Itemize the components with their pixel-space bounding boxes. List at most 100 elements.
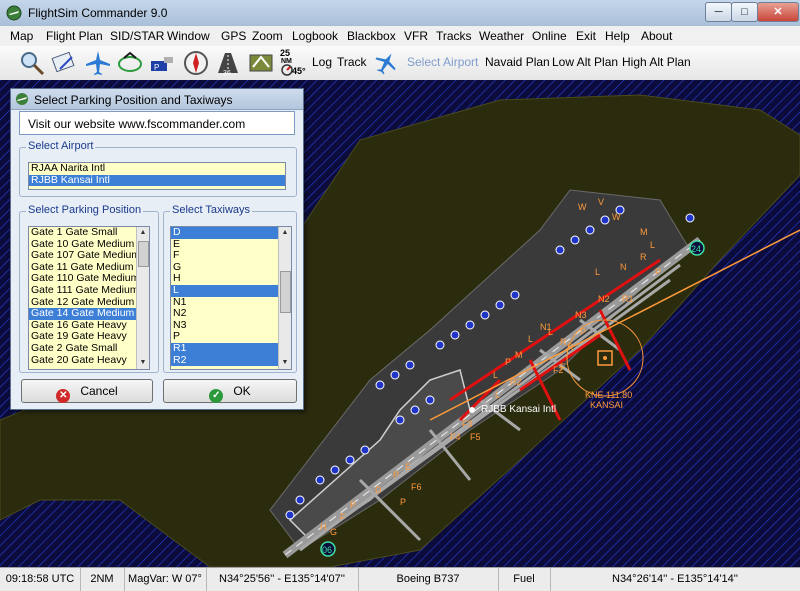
taxiway-option[interactable]: N1 bbox=[171, 296, 291, 309]
airport-group-label: Select Airport bbox=[26, 140, 96, 152]
taxi-label: G bbox=[330, 527, 337, 537]
flight-plan-icon[interactable] bbox=[50, 49, 78, 77]
taxi-label: N3 bbox=[575, 310, 587, 320]
track-button[interactable]: Track bbox=[337, 55, 367, 69]
taxiways-group: Select Taxiways D E F G H L N1 N2 N3 P R… bbox=[163, 204, 297, 373]
parking-dialog: Select Parking Position and Taxiways Vis… bbox=[10, 88, 304, 410]
cancel-button[interactable]: ✕ Cancel bbox=[21, 379, 153, 403]
menu-gps[interactable]: GPS bbox=[221, 29, 246, 43]
status-cursor-position: N34°25'56'' - E135°14'07'' bbox=[206, 568, 359, 591]
taxiway-option[interactable]: G bbox=[171, 261, 291, 274]
taxi-label: L bbox=[493, 370, 498, 380]
taxi-label: M bbox=[515, 350, 523, 360]
taxiway-option[interactable]: N2 bbox=[171, 308, 291, 320]
taxiway-option[interactable]: H bbox=[171, 273, 291, 285]
parking-scrollbar[interactable]: ▲ ▼ bbox=[136, 227, 149, 369]
menu-help[interactable]: Help bbox=[605, 29, 630, 43]
menu-zoom[interactable]: Zoom bbox=[252, 29, 283, 43]
taxiway-option[interactable]: N3 bbox=[171, 319, 291, 332]
search-icon[interactable] bbox=[18, 49, 46, 77]
taxi-label: N2 bbox=[598, 294, 610, 304]
wind-unit: NM bbox=[281, 58, 292, 65]
runway-icon[interactable]: 36 bbox=[214, 49, 242, 77]
scroll-down-icon[interactable]: ▼ bbox=[137, 357, 149, 369]
airport-list[interactable]: RJAA Narita Intl RJBB Kansai Intl bbox=[28, 162, 286, 190]
status-time: 09:18:58 UTC bbox=[0, 568, 81, 591]
scroll-up-icon[interactable]: ▲ bbox=[279, 227, 291, 239]
dialog-title-bar[interactable]: Select Parking Position and Taxiways bbox=[11, 89, 303, 110]
taxiways-list[interactable]: D E F G H L N1 N2 N3 P R1 R2 ▲ ▼ bbox=[170, 226, 292, 370]
compass-icon[interactable] bbox=[182, 49, 210, 77]
close-button[interactable]: ✕ bbox=[757, 2, 799, 22]
high-alt-plan-button[interactable]: High Alt Plan bbox=[622, 55, 691, 69]
parking-group-label: Select Parking Position bbox=[26, 204, 144, 216]
menu-sid-star[interactable]: SID/STAR bbox=[110, 29, 164, 43]
taxi-label: R1 bbox=[622, 294, 634, 304]
runway-end-label: 24 bbox=[691, 244, 701, 254]
low-alt-plan-button[interactable]: Low Alt Plan bbox=[552, 55, 618, 69]
menu-map[interactable]: Map bbox=[10, 29, 33, 43]
taxiway-option[interactable]: P bbox=[171, 331, 291, 343]
airplane-icon[interactable] bbox=[84, 49, 112, 77]
airport-option-selected[interactable]: RJBB Kansai Intl bbox=[29, 174, 285, 187]
taxi-label: F5 bbox=[470, 432, 481, 442]
select-airport-button[interactable]: Select Airport bbox=[407, 55, 478, 69]
status-aircraft-position: N34°26'14'' - E135°14'14'' bbox=[612, 573, 738, 585]
taxiway-option-selected[interactable]: R2 bbox=[171, 354, 291, 367]
wind-speed: 25 bbox=[280, 48, 291, 58]
taxiways-scrollbar[interactable]: ▲ ▼ bbox=[278, 227, 291, 369]
airport-option[interactable]: RJAA Narita Intl bbox=[29, 163, 285, 175]
toolbar: P 36 25 NM 45° Log Track Select Airport … bbox=[0, 46, 800, 81]
taxi-label: L bbox=[495, 390, 500, 400]
menu-logbook[interactable]: Logbook bbox=[292, 29, 338, 43]
route-loop-icon[interactable] bbox=[116, 49, 144, 77]
menu-exit[interactable]: Exit bbox=[576, 29, 596, 43]
parking-option[interactable]: Gate 1 Gate Small bbox=[29, 227, 149, 239]
website-banner[interactable]: Visit our website www.fscommander.com bbox=[19, 111, 295, 135]
ok-button[interactable]: ✓ OK bbox=[163, 379, 297, 403]
menu-vfr[interactable]: VFR bbox=[404, 29, 428, 43]
scroll-up-icon[interactable]: ▲ bbox=[137, 227, 149, 239]
menu-blackbox[interactable]: Blackbox bbox=[347, 29, 396, 43]
taxiway-option-selected[interactable]: L bbox=[171, 284, 291, 297]
parking-option[interactable]: Gate 20 Gate Heavy bbox=[29, 354, 149, 367]
menu-online[interactable]: Online bbox=[532, 29, 567, 43]
zoom-badge: 36 bbox=[223, 70, 231, 77]
taxi-label: F3 bbox=[462, 419, 473, 429]
parking-group: Select Parking Position Gate 1 Gate Smal… bbox=[19, 204, 159, 373]
status-aircraft: Boeing B737 bbox=[358, 568, 499, 591]
parking-option-selected[interactable]: Gate 14 Gate Medium bbox=[29, 308, 149, 320]
taxiway-option[interactable]: E bbox=[171, 238, 291, 251]
sid-star-icon[interactable] bbox=[247, 49, 275, 77]
select-airport-icon[interactable] bbox=[372, 49, 400, 77]
airport-reference-point bbox=[469, 407, 475, 413]
parking-option[interactable]: Gate 2 Gate Small bbox=[29, 342, 149, 355]
menu-tracks[interactable]: Tracks bbox=[436, 29, 472, 43]
menu-flight-plan[interactable]: Flight Plan bbox=[46, 29, 103, 43]
scroll-thumb[interactable] bbox=[280, 271, 291, 313]
taxi-label: F4 bbox=[450, 432, 461, 442]
scroll-down-icon[interactable]: ▼ bbox=[279, 357, 291, 369]
parking-list[interactable]: Gate 1 Gate Small Gate 10 Gate Medium Ga… bbox=[28, 226, 150, 370]
maximize-button[interactable]: □ bbox=[731, 2, 758, 22]
menu-window[interactable]: Window bbox=[167, 29, 210, 43]
gate-icon[interactable]: P bbox=[148, 49, 176, 77]
status-bar: 09:18:58 UTC 2NM MagVar: W 07° N34°25'56… bbox=[0, 567, 800, 591]
taxiways-group-label: Select Taxiways bbox=[170, 204, 253, 216]
wind-angle: 45° bbox=[292, 66, 306, 76]
taxiway-option[interactable]: F bbox=[171, 250, 291, 262]
menu-weather[interactable]: Weather bbox=[479, 29, 524, 43]
log-button[interactable]: Log bbox=[312, 55, 332, 69]
navaid-plan-button[interactable]: Navaid Plan bbox=[485, 55, 550, 69]
taxiway-option-selected[interactable]: R1 bbox=[171, 342, 291, 355]
taxi-label: L bbox=[650, 240, 655, 250]
taxiway-option-selected[interactable]: D bbox=[171, 227, 291, 239]
taxi-label: P bbox=[400, 497, 406, 507]
menu-about[interactable]: About bbox=[641, 29, 672, 43]
minimize-button[interactable]: ─ bbox=[705, 2, 732, 22]
scroll-thumb[interactable] bbox=[138, 241, 149, 267]
taxi-label: F bbox=[340, 512, 346, 522]
taxi-label: W bbox=[612, 212, 621, 222]
status-magvar: MagVar: W 07° bbox=[124, 568, 207, 591]
parking-option[interactable]: Gate 111 Gate Medium bbox=[29, 284, 149, 297]
